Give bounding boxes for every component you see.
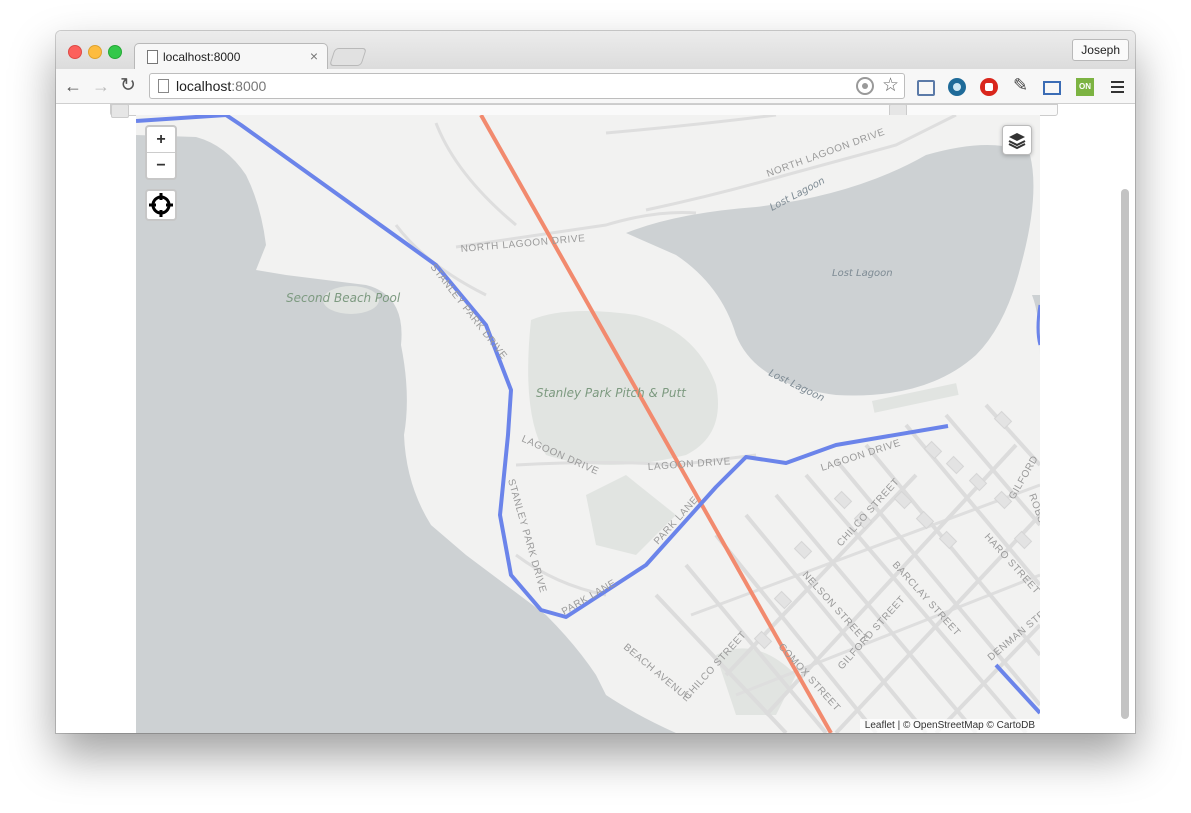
eyedropper-icon[interactable]: ✎	[1013, 75, 1031, 95]
page-icon	[147, 50, 158, 64]
screen-capture-icon[interactable]	[1043, 81, 1061, 95]
page-icon	[158, 79, 169, 93]
profile-button[interactable]: Joseph	[1072, 39, 1129, 61]
layers-icon	[1008, 133, 1026, 150]
eye-extension-icon[interactable]	[948, 78, 966, 96]
url-port: :8000	[231, 78, 267, 94]
vertical-scrollbar[interactable]	[1121, 189, 1129, 719]
stop-extension-icon[interactable]	[980, 78, 998, 96]
close-window-button[interactable]	[68, 45, 82, 59]
forward-arrow-icon[interactable]: →	[92, 76, 110, 96]
back-arrow-icon[interactable]: ←	[64, 76, 82, 96]
url-host: localhost	[176, 78, 232, 94]
on-extension-icon[interactable]: ON	[1076, 78, 1094, 96]
tab-title: localhost:8000	[163, 50, 241, 64]
tab-localhost[interactable]: localhost:8000 ×	[134, 43, 328, 70]
zoom-window-button[interactable]	[108, 45, 122, 59]
locate-button[interactable]	[145, 189, 177, 221]
hamburger-menu-icon[interactable]	[1111, 81, 1124, 96]
zoom-out-button[interactable]: −	[147, 153, 175, 178]
bookmark-star-icon[interactable]: ☆	[882, 74, 899, 97]
map-tiles: NORTH LAGOON DRIVE NORTH LAGOON DRIVE ST…	[136, 115, 1040, 733]
browser-window: localhost:8000 × Joseph ← → ↻ localhost:…	[56, 31, 1135, 733]
layers-control-button[interactable]	[1002, 125, 1032, 155]
address-bar[interactable]: localhost:8000 ☆	[149, 73, 905, 99]
tab-bar: localhost:8000 × Joseph	[56, 31, 1135, 70]
new-tab-button[interactable]	[329, 48, 367, 66]
browser-toolbar: ← → ↻ localhost:8000 ☆ ✎ ON	[56, 69, 1135, 104]
slider-handle-left[interactable]	[111, 104, 129, 118]
crosshair-icon	[149, 193, 173, 217]
map-attribution[interactable]: Leaflet | © OpenStreetMap © CartoDB	[859, 719, 1040, 733]
zoom-control: + −	[145, 125, 177, 180]
zoom-in-button[interactable]: +	[147, 127, 175, 153]
tab-close-icon[interactable]: ×	[310, 48, 318, 64]
reload-icon[interactable]: ↻	[120, 76, 136, 96]
map-container[interactable]: NORTH LAGOON DRIVE NORTH LAGOON DRIVE ST…	[136, 115, 1040, 733]
location-target-icon[interactable]	[856, 77, 874, 95]
window-extension-icon[interactable]	[917, 80, 935, 96]
label-lost-lagoon-center: Lost Lagoon	[832, 268, 893, 279]
page-content: NORTH LAGOON DRIVE NORTH LAGOON DRIVE ST…	[56, 104, 1135, 733]
minimize-window-button[interactable]	[88, 45, 102, 59]
label-pitch-and-putt: Stanley Park Pitch & Putt	[536, 386, 687, 400]
url-text[interactable]: localhost:8000	[176, 78, 266, 94]
label-second-beach-pool: Second Beach Pool	[286, 291, 401, 305]
